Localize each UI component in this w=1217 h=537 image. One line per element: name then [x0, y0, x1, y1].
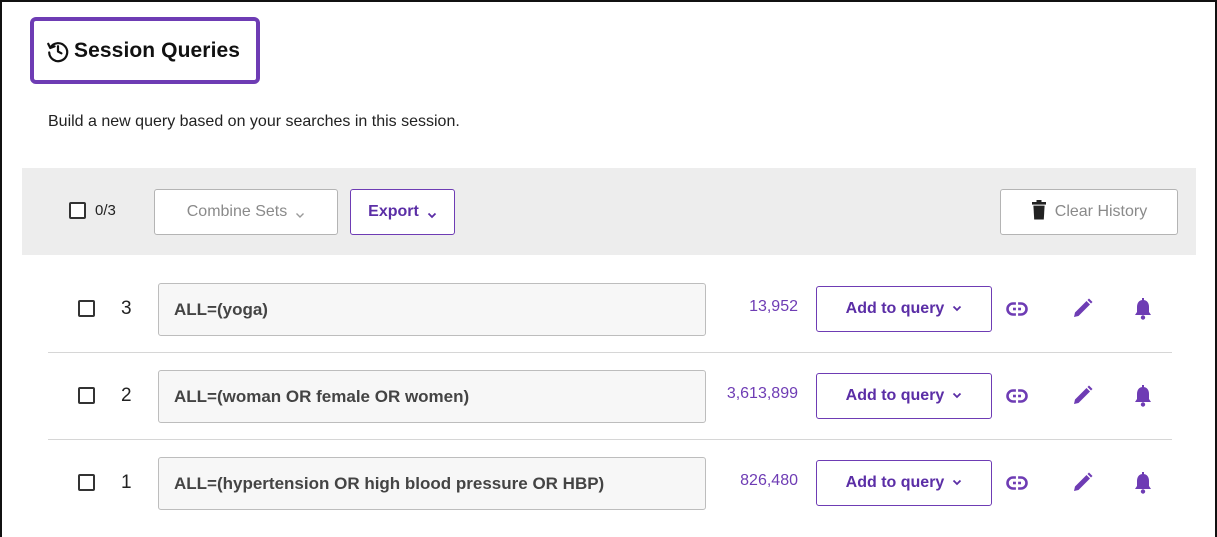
result-count-link[interactable]: 826,480: [740, 472, 798, 490]
chevron-down-icon: [952, 387, 962, 405]
select-all-checkbox[interactable]: [69, 202, 86, 219]
add-to-query-label: Add to query: [845, 474, 945, 491]
pencil-icon[interactable]: [1069, 383, 1095, 409]
clear-history-label: Clear History: [1054, 203, 1148, 220]
query-field[interactable]: ALL=(hypertension OR high blood pressure…: [158, 457, 706, 510]
result-count-link[interactable]: 3,613,899: [727, 385, 798, 403]
query-field[interactable]: ALL=(yoga): [158, 283, 706, 336]
row-checkbox[interactable]: [78, 300, 95, 317]
chevron-down-icon: [295, 207, 305, 218]
pencil-icon[interactable]: [1069, 470, 1095, 496]
export-button[interactable]: Export: [350, 189, 455, 235]
query-field[interactable]: ALL=(woman OR female OR women): [158, 370, 706, 423]
bell-icon[interactable]: [1130, 296, 1156, 322]
chevron-down-icon: [952, 300, 962, 318]
toolbar: 0/3 Combine Sets Export Clear History: [22, 168, 1196, 255]
bell-icon[interactable]: [1130, 470, 1156, 496]
result-count-link[interactable]: 13,952: [749, 298, 798, 316]
add-to-query-button[interactable]: Add to query: [816, 373, 992, 419]
bell-icon[interactable]: [1130, 383, 1156, 409]
row-checkbox[interactable]: [78, 387, 95, 404]
set-number: 1: [121, 472, 132, 493]
link-icon[interactable]: [1004, 383, 1030, 409]
add-to-query-button[interactable]: Add to query: [816, 286, 992, 332]
query-row: 1 ALL=(hypertension OR high blood pressu…: [48, 440, 1172, 527]
query-row: 3 ALL=(yoga) 13,952 Add to query: [48, 266, 1172, 353]
trash-icon: [1031, 199, 1047, 225]
selected-count: 0/3: [95, 202, 116, 219]
set-number: 3: [121, 298, 132, 319]
combine-sets-button[interactable]: Combine Sets: [154, 189, 338, 235]
set-number: 2: [121, 385, 132, 406]
query-row: 2 ALL=(woman OR female OR women) 3,613,8…: [48, 353, 1172, 440]
combine-sets-label: Combine Sets: [186, 203, 288, 220]
chevron-down-icon: [952, 474, 962, 492]
export-label: Export: [368, 203, 419, 220]
session-queries-title: Session Queries: [30, 17, 260, 84]
select-all: 0/3: [69, 202, 116, 219]
pencil-icon[interactable]: [1069, 296, 1095, 322]
row-checkbox[interactable]: [78, 474, 95, 491]
history-icon: [46, 39, 70, 63]
add-to-query-label: Add to query: [845, 387, 945, 404]
add-to-query-label: Add to query: [845, 300, 945, 317]
page-title: Session Queries: [74, 38, 241, 62]
clear-history-button[interactable]: Clear History: [1000, 189, 1178, 235]
chevron-down-icon: [427, 207, 437, 219]
link-icon[interactable]: [1004, 296, 1030, 322]
link-icon[interactable]: [1004, 470, 1030, 496]
page-subtitle: Build a new query based on your searches…: [48, 113, 460, 130]
add-to-query-button[interactable]: Add to query: [816, 460, 992, 506]
